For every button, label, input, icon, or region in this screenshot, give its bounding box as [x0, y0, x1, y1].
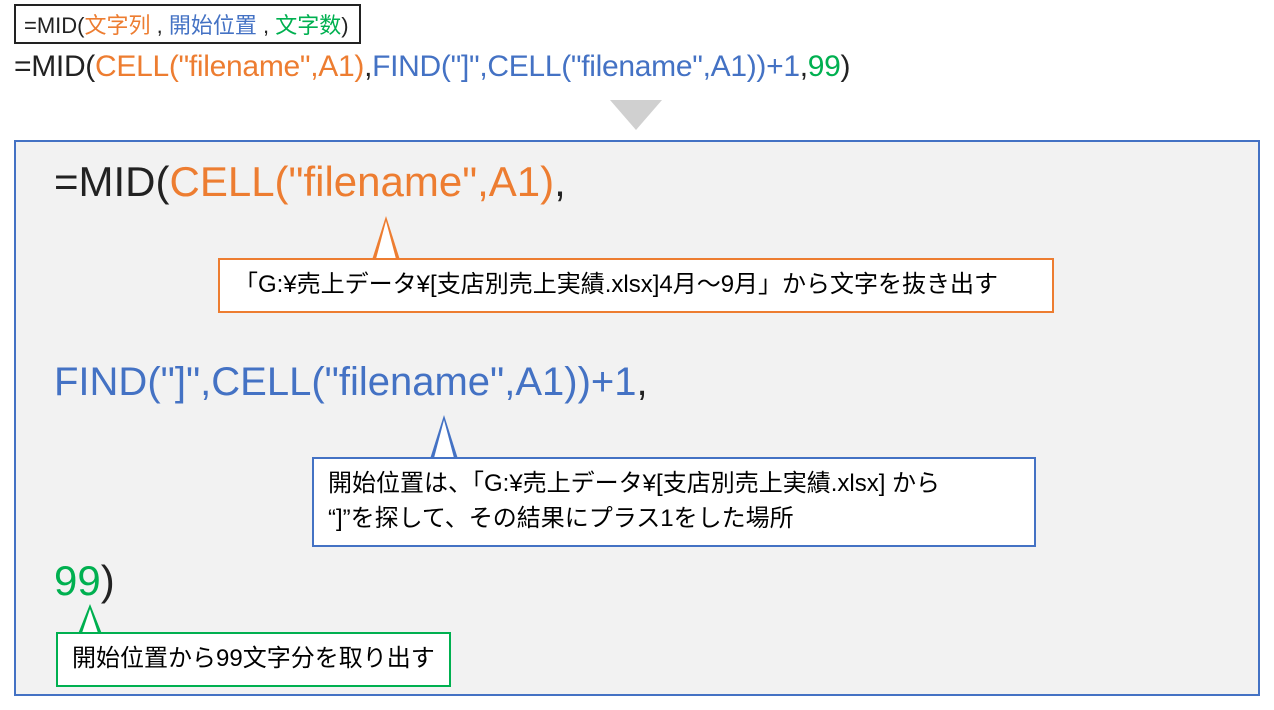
- line2-find: FIND("]",CELL("filename",A1))+1: [54, 360, 637, 404]
- panel-line1: =MID(CELL("filename",A1),: [54, 158, 566, 206]
- callout-orange-text: 「G:¥売上データ¥[支店別売上実績.xlsx]4月～9月」から文字を抜き出す: [234, 271, 998, 298]
- formula-eq-mid: =MID(: [14, 50, 95, 83]
- down-arrow-icon: [610, 100, 662, 130]
- syntax-arg1: 文字列: [85, 13, 151, 38]
- callout-pointer-blue: [430, 415, 458, 459]
- explanation-panel: =MID(CELL("filename",A1), 「G:¥売上データ¥[支店別…: [14, 140, 1260, 696]
- callout-pointer-green: [78, 604, 102, 634]
- line3-close: ): [101, 557, 115, 604]
- formula-comma1: ,: [364, 50, 372, 83]
- formula-comma2: ,: [800, 50, 808, 83]
- callout-blue: 開始位置は、「G:¥売上データ¥[支店別売上実績.xlsx] から “]”を探し…: [312, 457, 1036, 547]
- callout-blue-text-l2: “]”を探して、その結果にプラス1をした場所: [328, 505, 794, 532]
- line2-comma: ,: [637, 360, 648, 404]
- panel-line3: 99): [54, 557, 115, 605]
- callout-green-text: 開始位置から99文字分を取り出す: [72, 645, 435, 672]
- formula-find-arg: FIND("]",CELL("filename",A1))+1: [372, 50, 800, 83]
- callout-orange: 「G:¥売上データ¥[支店別売上実績.xlsx]4月～9月」から文字を抜き出す: [218, 258, 1054, 313]
- main-formula: =MID(CELL("filename",A1),FIND("]",CELL("…: [14, 50, 850, 84]
- line1-comma: ,: [554, 158, 566, 205]
- syntax-box: =MID(文字列 , 開始位置 , 文字数): [14, 4, 361, 44]
- line1-mid: =MID(: [54, 158, 170, 205]
- syntax-prefix: =MID(: [24, 13, 85, 38]
- line3-99: 99: [54, 557, 101, 604]
- syntax-sep2: ,: [257, 13, 275, 38]
- syntax-arg2: 開始位置: [169, 13, 257, 38]
- callout-green: 開始位置から99文字分を取り出す: [56, 632, 451, 687]
- formula-cell-arg: CELL("filename",A1): [95, 50, 364, 83]
- formula-close: ): [841, 50, 851, 83]
- syntax-suffix: ): [341, 13, 348, 38]
- syntax-arg3: 文字数: [275, 13, 341, 38]
- callout-pointer-orange: [372, 216, 400, 260]
- line1-cell: CELL("filename",A1): [170, 158, 555, 205]
- panel-line2: FIND("]",CELL("filename",A1))+1,: [54, 360, 648, 405]
- callout-blue-text-l1: 開始位置は、「G:¥売上データ¥[支店別売上実績.xlsx] から: [328, 470, 940, 497]
- syntax-sep1: ,: [151, 13, 169, 38]
- formula-99: 99: [808, 50, 841, 83]
